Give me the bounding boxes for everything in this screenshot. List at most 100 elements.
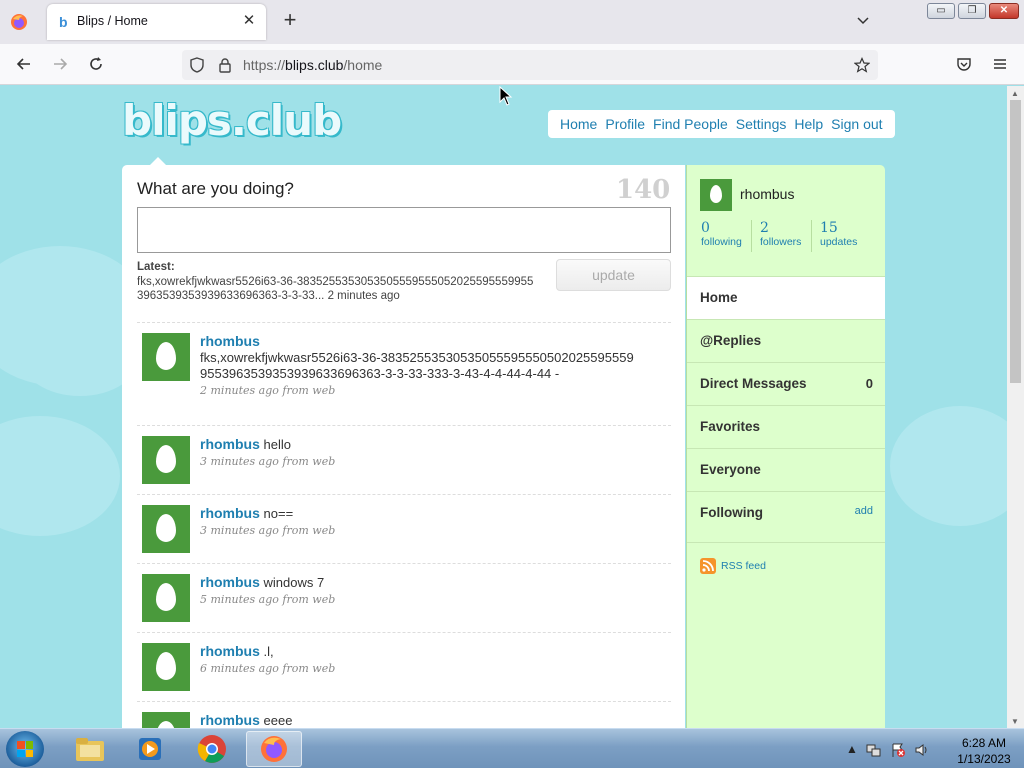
tweet-meta[interactable]: 6 minutes ago from web	[200, 662, 335, 675]
nav-link-settings[interactable]: Settings	[736, 116, 787, 132]
avatar[interactable]	[142, 574, 190, 622]
pocket-icon[interactable]	[954, 54, 974, 74]
divider	[137, 632, 671, 633]
system-tray: ▲ 6:28 AM 1/13/2023	[842, 731, 1022, 767]
sidebar-item-favorites[interactable]: Favorites	[687, 405, 885, 448]
sidebar-item-direct-messages[interactable]: Direct Messages 0	[687, 362, 885, 405]
back-icon[interactable]	[14, 54, 34, 74]
rss-feed-link[interactable]: RSS feed	[700, 558, 766, 574]
network-icon[interactable]	[866, 742, 882, 758]
sidebar-item-following[interactable]: Following add	[687, 491, 885, 543]
chrome-icon[interactable]	[184, 731, 240, 767]
sidebar-username[interactable]: rhombus	[740, 186, 794, 202]
tweet-item: rhombus .l, 6 minutes ago from web	[137, 643, 671, 699]
clock-time: 6:28 AM	[961, 736, 1007, 750]
tweet-meta[interactable]: 2 minutes ago from web	[200, 384, 335, 397]
action-center-flag-icon[interactable]	[890, 742, 906, 758]
nav-link-sign-out[interactable]: Sign out	[831, 116, 882, 132]
tweet-item: rhombus fks,xowrekfjwkwasr5526i63-36-383…	[137, 333, 671, 423]
logo-pointer	[150, 157, 166, 165]
list-all-tabs-icon[interactable]	[855, 12, 873, 30]
tracking-protection-shield-icon[interactable]	[187, 55, 207, 75]
tab-title: Blips / Home	[77, 14, 148, 28]
padlock-icon[interactable]	[215, 55, 235, 75]
hamburger-menu-icon[interactable]	[990, 54, 1010, 74]
site-favicon-icon: b	[59, 14, 68, 30]
tweet-username[interactable]: rhombus	[200, 505, 260, 521]
tweet-text: no==	[263, 506, 294, 521]
start-button[interactable]	[6, 731, 44, 767]
stat-updates[interactable]: 15 updates	[811, 220, 857, 252]
add-following-link[interactable]: add	[855, 505, 873, 517]
tweet-username[interactable]: rhombus	[200, 643, 260, 659]
page-scrollbar[interactable]: ▲ ▼	[1007, 86, 1024, 728]
nav-link-profile[interactable]: Profile	[605, 116, 645, 132]
media-player-icon[interactable]	[122, 731, 178, 767]
avatar[interactable]	[142, 436, 190, 484]
status-input[interactable]	[137, 207, 671, 253]
stat-followers[interactable]: 2 followers	[751, 220, 801, 252]
tweet-meta[interactable]: 5 minutes ago from web	[200, 593, 335, 606]
tweet-username[interactable]: rhombus	[200, 436, 260, 452]
volume-icon[interactable]	[914, 742, 930, 758]
window-close-button[interactable]: ✕	[989, 3, 1019, 19]
sidebar: rhombus 0 following 2 followers 15 updates …	[686, 165, 885, 728]
browser-tab[interactable]: b Blips / Home ✕	[47, 4, 266, 40]
close-tab-icon[interactable]: ✕	[240, 12, 258, 30]
bookmark-star-icon[interactable]	[852, 55, 872, 75]
tweet-text: fks,xowrekfjwkwasr5526i63-36-38352553530…	[200, 350, 634, 381]
site-logo[interactable]: blips.club	[122, 96, 342, 145]
sidebar-item-home[interactable]: Home	[687, 276, 885, 319]
window-maximize-button[interactable]: ❐	[958, 3, 986, 19]
avatar[interactable]	[142, 505, 190, 553]
top-navigation: Home Profile Find People Settings Help S…	[548, 110, 895, 138]
address-bar[interactable]: https://blips.club/home	[182, 50, 878, 80]
tweet-item: rhombus eeee	[137, 712, 671, 728]
tweet-username[interactable]: rhombus	[200, 712, 260, 728]
explorer-icon[interactable]	[62, 731, 118, 767]
avatar[interactable]	[142, 643, 190, 691]
tweet-text: windows 7	[263, 575, 325, 590]
tweet-username[interactable]: rhombus	[200, 574, 260, 590]
tweet-meta[interactable]: 3 minutes ago from web	[200, 455, 335, 468]
stat-following[interactable]: 0 following	[701, 220, 742, 252]
new-tab-icon[interactable]: +	[279, 9, 301, 31]
clock-date: 1/13/2023	[957, 752, 1011, 766]
nav-link-help[interactable]: Help	[794, 116, 823, 132]
web-page: blips.club Home Profile Find People Sett…	[0, 86, 1007, 728]
firefox-icon[interactable]	[246, 731, 302, 767]
main-content: What are you doing? 140 Latest: fks,xowr…	[122, 157, 685, 728]
show-hidden-icons-icon[interactable]: ▲	[844, 742, 860, 758]
tweet-meta[interactable]: 3 minutes ago from web	[200, 524, 335, 537]
tweet-username[interactable]: rhombus	[200, 333, 260, 349]
nav-link-find-people[interactable]: Find People	[653, 116, 728, 132]
sidebar-item-replies[interactable]: @Replies	[687, 319, 885, 362]
rss-icon	[700, 558, 716, 574]
tweet-item: rhombus hello 3 minutes ago from web	[137, 436, 671, 492]
latest-label: Latest:	[137, 261, 175, 273]
url-text: https://blips.club/home	[243, 57, 383, 73]
compose-prompt: What are you doing?	[137, 179, 294, 198]
scrollbar-thumb[interactable]	[1010, 100, 1021, 383]
tweet-text: eeee	[263, 713, 293, 728]
tweet-item: rhombus windows 7 5 minutes ago from web	[137, 574, 671, 630]
tweet-text: .l,	[263, 644, 274, 659]
forward-icon[interactable]	[50, 54, 70, 74]
avatar[interactable]	[142, 333, 190, 381]
sidebar-item-everyone[interactable]: Everyone	[687, 448, 885, 491]
taskbar-clock[interactable]: 6:28 AM 1/13/2023	[948, 735, 1020, 767]
avatar[interactable]	[142, 712, 190, 728]
window-minimize-button[interactable]: ▭	[927, 3, 955, 19]
tweet-item: rhombus no== 3 minutes ago from web	[137, 505, 671, 561]
background-cloud	[0, 416, 120, 536]
latest-status: Latest: fks,xowrekfjwkwasr5526i63-36-383…	[137, 260, 537, 304]
reload-icon[interactable]	[86, 54, 106, 74]
avatar[interactable]	[700, 179, 732, 211]
nav-link-home[interactable]: Home	[560, 116, 597, 132]
sidebar-navigation: Home @Replies Direct Messages 0 Favorites…	[687, 276, 885, 543]
divider	[137, 322, 671, 323]
firefox-menu-icon[interactable]	[8, 11, 30, 33]
divider	[137, 494, 671, 495]
update-button[interactable]: update	[556, 259, 671, 291]
latest-time[interactable]: 2 minutes ago	[328, 290, 400, 302]
